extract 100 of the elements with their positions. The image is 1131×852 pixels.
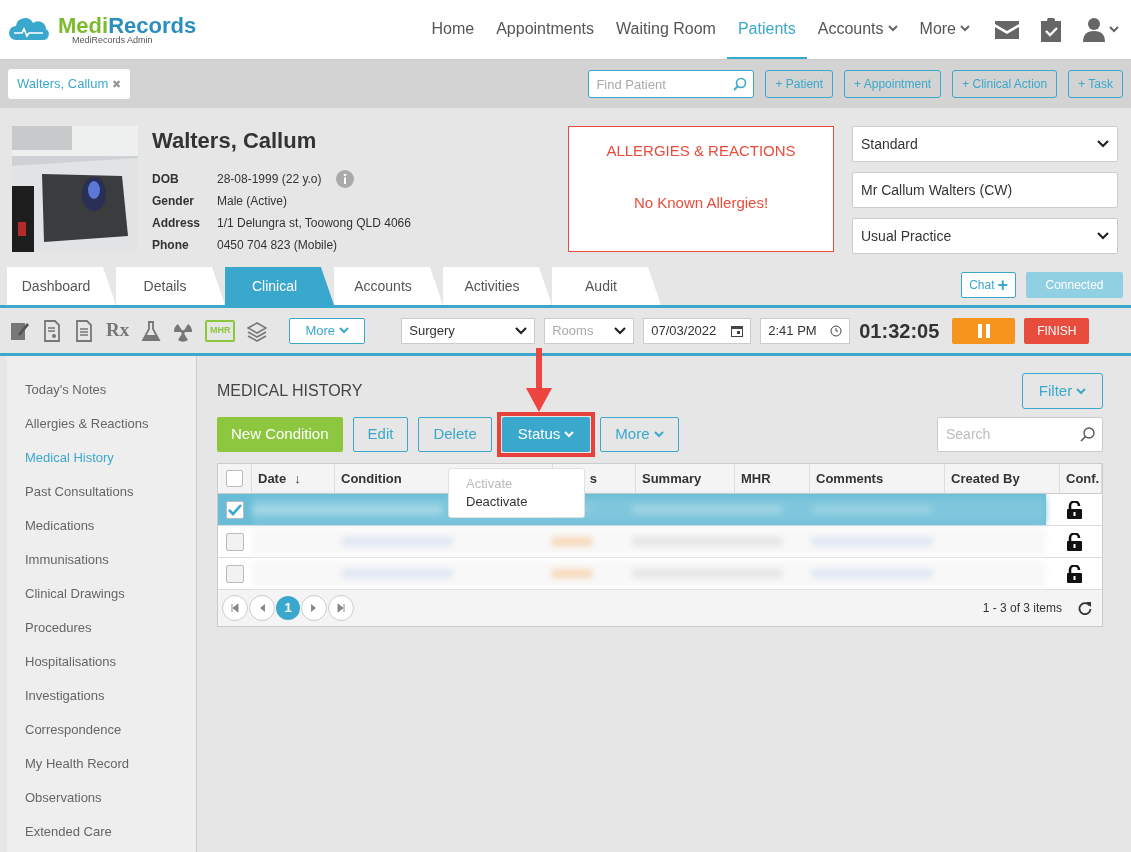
sidebar-item[interactable]: Investigations	[25, 686, 196, 706]
field-label: Address	[152, 215, 202, 232]
sidebar-item[interactable]: Allergies & Reactions	[25, 414, 196, 434]
patient-name: Walters, Callum	[152, 127, 318, 155]
column-header[interactable]: Conf.	[1066, 468, 1100, 489]
sidebar-item[interactable]: Procedures	[25, 618, 196, 638]
tab[interactable]: Accounts	[334, 267, 443, 305]
next-page-button[interactable]	[301, 595, 327, 621]
allergies-title: ALLERGIES & REACTIONS	[606, 141, 796, 161]
chevron-down-icon	[1109, 26, 1119, 33]
more-button[interactable]: More	[289, 317, 366, 344]
sidebar-item[interactable]: Immunisations	[25, 550, 196, 570]
tab[interactable]: Dashboard	[7, 267, 116, 305]
dropdown-button[interactable]: Status	[501, 416, 591, 452]
search-field[interactable]: Search	[937, 416, 1103, 452]
first-page-button[interactable]	[222, 595, 248, 621]
next-icon	[311, 604, 317, 612]
field-value: 1/1 Delungra st, Toowong QLD 4066	[217, 215, 411, 232]
field-value: 28-08-1999 (22 y.o)	[217, 171, 322, 188]
close-icon[interactable]: ✖	[112, 75, 122, 93]
sidebar-item[interactable]: Past Consultations	[25, 482, 196, 502]
previous-page-button[interactable]	[249, 595, 275, 621]
lock-icon[interactable]	[1066, 564, 1082, 583]
column-header[interactable]: Created By	[951, 468, 1020, 489]
time-field[interactable]: 2:41 PM	[760, 317, 851, 344]
chat-button[interactable]: Chat +	[961, 272, 1016, 298]
flask-icon[interactable]	[141, 319, 162, 342]
previous-icon	[259, 604, 265, 612]
tab[interactable]: Clinical	[225, 267, 334, 305]
document-icon[interactable]	[42, 319, 62, 342]
date-field[interactable]: 07/03/2022	[643, 317, 752, 344]
sidebar-item[interactable]: My Health Record	[25, 754, 196, 774]
pause-button[interactable]	[952, 317, 1016, 344]
tab[interactable]: Details	[116, 267, 225, 305]
mail-icon[interactable]	[995, 20, 1019, 39]
tab[interactable]: Activities	[443, 267, 552, 305]
brand-subtitle: MediRecords Admin	[72, 35, 154, 45]
clock-icon	[830, 324, 843, 337]
checkbox[interactable]	[226, 470, 243, 487]
pause-icon	[977, 323, 990, 338]
column-header[interactable]: Summary	[642, 468, 702, 489]
sidebar-item[interactable]: Medications	[25, 516, 196, 536]
select-field[interactable]: Standard	[852, 126, 1118, 162]
nav-link[interactable]: More	[908, 0, 981, 59]
column-header[interactable]: MHR	[741, 468, 771, 489]
brand-logo: MediRecords	[58, 14, 197, 37]
chevron-down-icon	[653, 430, 664, 438]
nav-link[interactable]: Accounts	[806, 0, 909, 59]
column-header[interactable]: Condition	[341, 468, 402, 489]
chevron-down-icon	[960, 25, 970, 32]
find-patient-field[interactable]: Find Patient	[588, 70, 755, 98]
connection-status: Connected	[1026, 272, 1123, 298]
chevron-down-icon	[1097, 232, 1109, 240]
field-label: DOB	[152, 171, 180, 188]
info-icon[interactable]	[335, 170, 354, 188]
select-field[interactable]: Usual Practice	[852, 218, 1118, 254]
timer-text: 01:32:05	[859, 318, 940, 344]
sidebar-item[interactable]: Clinical Drawings	[25, 584, 196, 604]
sidebar-item[interactable]: Hospitalisations	[25, 652, 196, 672]
page-button[interactable]: 1	[276, 596, 300, 620]
field-label: Gender	[152, 193, 195, 210]
lock-icon[interactable]	[1066, 532, 1082, 551]
chevron-down-icon	[1076, 387, 1087, 395]
menu-item[interactable]: Deactivate	[449, 493, 584, 511]
finish-button[interactable]: FINISH	[1024, 317, 1090, 344]
books-icon[interactable]	[247, 319, 268, 342]
column-header[interactable]: s	[589, 468, 597, 489]
column-header[interactable]: Comments	[816, 468, 884, 489]
nav-link[interactable]: Waiting Room	[605, 0, 727, 59]
sidebar-item[interactable]: Today's Notes	[25, 380, 196, 400]
sidebar-item[interactable]: Correspondence	[25, 720, 196, 740]
chevron-down-icon	[1097, 140, 1109, 148]
section-title: MEDICAL HISTORY	[217, 381, 363, 401]
column-header[interactable]: Date	[258, 468, 287, 489]
lock-icon[interactable]	[1066, 500, 1082, 519]
nav-link[interactable]: Home	[420, 0, 486, 59]
checkbox[interactable]	[226, 564, 244, 583]
last-page-button[interactable]	[328, 595, 354, 621]
last-page-icon	[337, 604, 345, 612]
location-select[interactable]: Surgery	[401, 317, 536, 344]
sort-arrow-icon: ↓	[294, 468, 301, 489]
sidebar-item[interactable]: Observations	[25, 788, 196, 808]
field-value: Male (Active)	[217, 193, 287, 210]
patient-tab[interactable]: Walters, Callum ✖	[8, 69, 131, 99]
chevron-down-icon	[614, 326, 627, 335]
search-icon	[733, 77, 748, 91]
refresh-icon[interactable]	[1078, 601, 1092, 615]
text-field[interactable]: Mr Callum Walters (CW)	[852, 172, 1118, 208]
tab[interactable]: Audit	[552, 267, 661, 305]
checkbox[interactable]	[226, 500, 244, 519]
report-icon[interactable]	[74, 319, 94, 342]
checkbox[interactable]	[226, 532, 244, 551]
user-menu-icon[interactable]	[1083, 17, 1119, 42]
chevron-down-icon	[887, 25, 898, 32]
allergies-message: No Known Allergies!	[633, 192, 769, 213]
chevron-down-icon	[339, 327, 350, 334]
sidebar-item[interactable]: Extended Care	[25, 822, 196, 842]
prescription-icon[interactable]: Rx	[106, 316, 130, 345]
clipboard-check-icon[interactable]	[1041, 17, 1061, 42]
nav-link[interactable]: Appointments	[485, 0, 606, 59]
